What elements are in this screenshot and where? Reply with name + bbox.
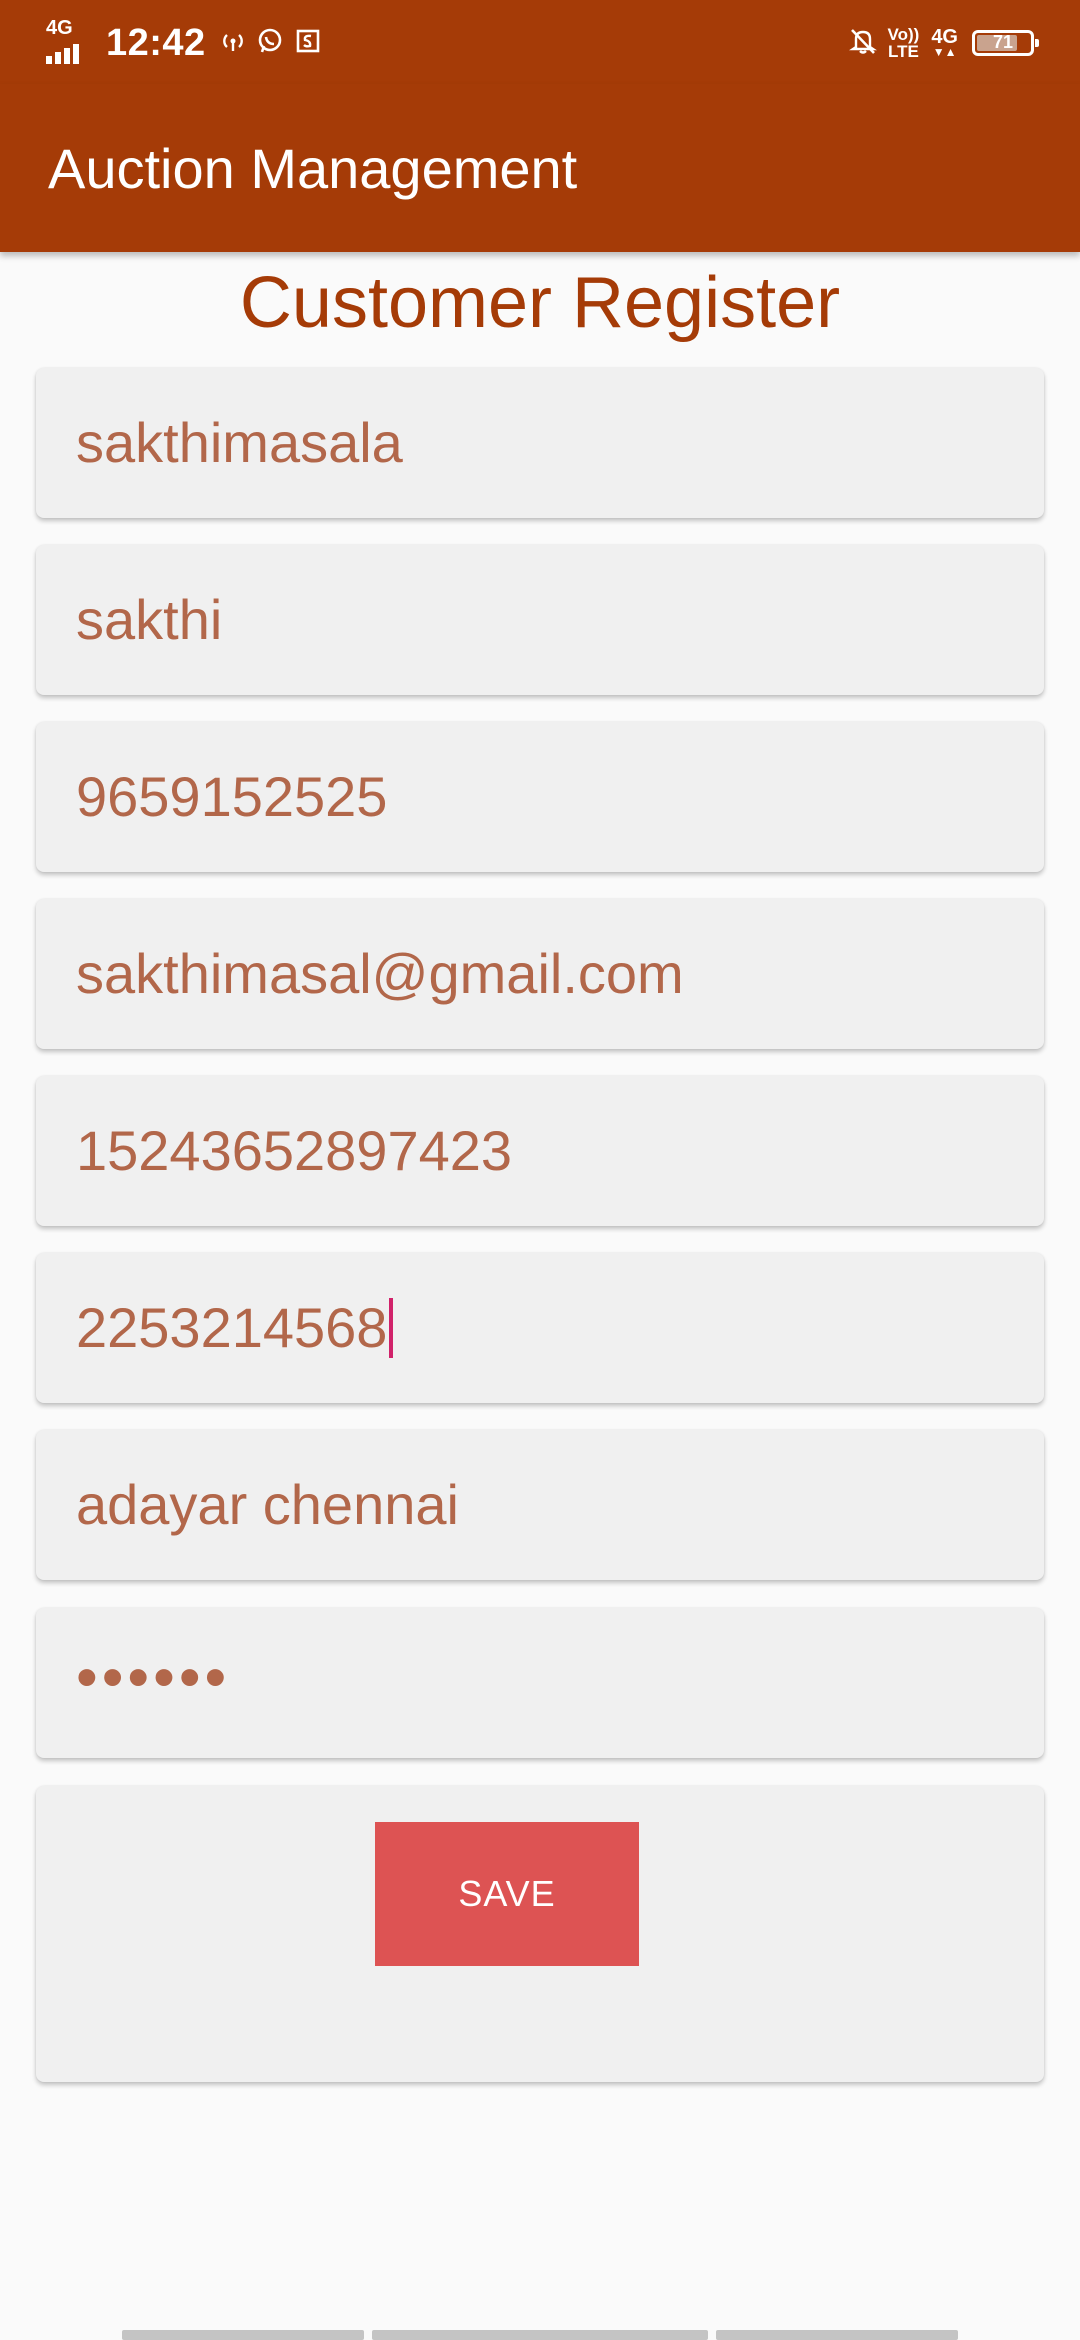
save-button[interactable]: SAVE: [375, 1822, 639, 1966]
email-field[interactable]: sakthimasal@gmail.com: [36, 899, 1044, 1049]
address-field[interactable]: adayar chennai: [36, 1430, 1044, 1580]
status-right: Vo)) LTE 4G ▼▲ 71: [848, 18, 1039, 68]
status-time: 12:42: [106, 21, 206, 64]
status-bar: 4G 12:42 Vo)) LTE 4G ▼▲ 71: [0, 0, 1080, 84]
field-value: 9659152525: [76, 765, 388, 828]
id-number-field[interactable]: 2253214568: [36, 1253, 1044, 1403]
status-left: 4G 12:42: [46, 18, 332, 68]
bottom-nav-indicators: [0, 2330, 1080, 2340]
password-field[interactable]: ••••••: [36, 1608, 1044, 1758]
network-type-label: 4G: [46, 17, 73, 39]
field-value: sakthi: [76, 588, 223, 651]
battery-icon: 71: [972, 30, 1039, 56]
field-value: 2253214568: [76, 1296, 388, 1359]
battery-level: 71: [992, 32, 1014, 52]
volte-indicator: Vo)) LTE: [887, 25, 920, 61]
data-arrows-icon: ▼▲: [932, 45, 957, 59]
phone-field[interactable]: 9659152525: [36, 722, 1044, 872]
app-bar: Auction Management: [0, 84, 1080, 252]
field-value: 15243652897423: [76, 1119, 513, 1182]
account-number-field[interactable]: 15243652897423: [36, 1076, 1044, 1226]
nav-indicator: [372, 2330, 708, 2340]
field-value: sakthimasal@gmail.com: [76, 942, 684, 1005]
customer-name-field[interactable]: sakthi: [36, 545, 1044, 695]
nav-indicator: [716, 2330, 958, 2340]
screenshot-icon: [294, 27, 322, 60]
field-value: adayar chennai: [76, 1473, 459, 1536]
hotspot-icon: [220, 28, 246, 59]
network-4g-indicator: 4G ▼▲: [931, 26, 958, 59]
save-card: SAVE: [36, 1786, 1044, 2082]
text-cursor: [389, 1298, 394, 1359]
app-title: Auction Management: [48, 137, 578, 200]
nav-indicator: [122, 2330, 364, 2340]
company-name-field[interactable]: sakthimasala: [36, 368, 1044, 518]
page-title: Customer Register: [239, 263, 841, 343]
password-mask: ••••••: [76, 1643, 231, 1712]
signal-icon: 4G: [46, 18, 92, 64]
whatsapp-icon: [256, 27, 284, 60]
field-value: sakthimasala: [76, 411, 403, 474]
notifications-off-icon: [848, 26, 878, 61]
